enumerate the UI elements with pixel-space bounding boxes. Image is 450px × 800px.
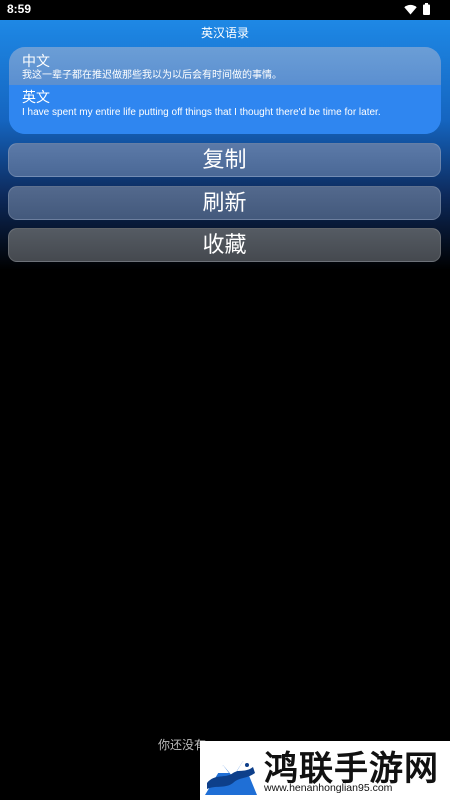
refresh-button[interactable]: 刷新 — [8, 186, 441, 220]
wifi-icon — [404, 4, 417, 14]
battery-icon — [423, 3, 430, 15]
chinese-label: 中文 — [22, 54, 50, 70]
quote-english-section: 英文 I have spent my entire life putting o… — [9, 85, 441, 134]
app-title: 英汉语录 — [200, 26, 249, 40]
app-screen: 8:59 英汉语录 中文 我这一辈子都在推迟做那些我以为以后会有时间做的事情。 … — [0, 0, 450, 800]
quote-chinese-section: 中文 我这一辈子都在推迟做那些我以为以后会有时间做的事情。 — [9, 47, 441, 85]
bird-logo-icon — [205, 761, 257, 795]
status-icons — [404, 3, 430, 15]
english-quote-text: I have spent my entire life putting off … — [22, 107, 381, 118]
empty-hint-text: 你还没有 — [158, 738, 207, 752]
status-bar: 8:59 — [0, 0, 450, 20]
quote-card: 中文 我这一辈子都在推迟做那些我以为以后会有时间做的事情。 英文 I have … — [9, 47, 441, 134]
chinese-quote-text: 我这一辈子都在推迟做那些我以为以后会有时间做的事情。 — [22, 70, 282, 81]
watermark-banner: 鸿联手游网 www.henanhonglian95.com — [200, 741, 450, 800]
favorite-button[interactable]: 收藏 — [8, 228, 441, 262]
status-time: 8:59 — [7, 2, 32, 16]
watermark-url: www.henanhonglian95.com — [264, 782, 393, 794]
english-label: 英文 — [22, 90, 50, 106]
copy-button[interactable]: 复制 — [8, 143, 441, 177]
